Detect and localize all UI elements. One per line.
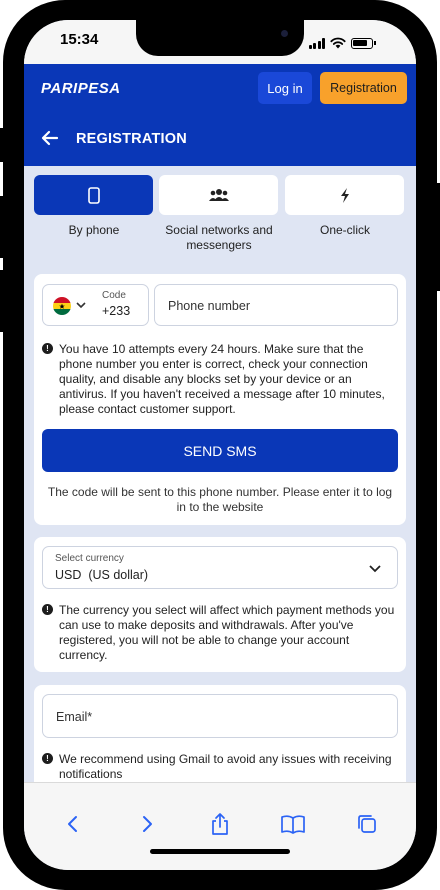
- sms-note: The code will be sent to this phone numb…: [47, 485, 393, 514]
- code-label: Code: [102, 290, 126, 301]
- phone-card: Code +233 Phone number ! You have 10 att…: [34, 274, 406, 525]
- side-button: [0, 270, 6, 332]
- tab-social-networks[interactable]: [159, 175, 278, 215]
- side-button: [434, 183, 440, 291]
- tabs-icon[interactable]: [354, 811, 380, 837]
- tab-one-click[interactable]: [285, 175, 404, 215]
- phone-placeholder: Phone number: [168, 299, 251, 313]
- ghana-flag-icon: [53, 297, 71, 315]
- phone-number-field[interactable]: Phone number: [154, 284, 398, 326]
- info-text: The currency you select will affect whic…: [59, 603, 395, 662]
- registration-button[interactable]: Registration: [320, 72, 407, 104]
- chevron-down-icon: [369, 565, 381, 573]
- battery-tip: [374, 41, 376, 45]
- info-icon: !: [42, 343, 53, 354]
- forward-icon[interactable]: [134, 811, 160, 837]
- tab-label: Social networks and messengers: [165, 223, 273, 252]
- info-text: You have 10 attempts every 24 hours. Mak…: [59, 342, 385, 416]
- browser-toolbar: [24, 782, 416, 870]
- country-code-select[interactable]: Code +233: [42, 284, 149, 326]
- bookmarks-icon[interactable]: [280, 811, 306, 837]
- currency-label: Select currency: [55, 553, 124, 564]
- currency-value: USD (US dollar): [55, 568, 149, 582]
- back-icon[interactable]: [60, 811, 86, 837]
- email-placeholder: Email*: [56, 710, 93, 724]
- signal-icon: [308, 37, 325, 49]
- tab-label: By phone: [68, 223, 120, 237]
- arrow-left-icon[interactable]: [41, 128, 59, 148]
- notch: [136, 20, 304, 56]
- info-icon: !: [42, 604, 53, 615]
- home-indicator: [150, 849, 290, 854]
- phone-icon: [87, 186, 100, 204]
- registration-header: REGISTRATION: [24, 114, 416, 166]
- currency-info: ! The currency you select will affect wh…: [42, 603, 398, 663]
- camera-icon: [281, 30, 288, 37]
- top-bar: PARIPESA Log in Registration: [24, 64, 416, 114]
- wifi-icon: [330, 37, 346, 49]
- currency-card: Select currency USD (US dollar) ! The cu…: [34, 537, 406, 672]
- currency-select[interactable]: Select currency USD (US dollar): [42, 546, 398, 589]
- phone-screen: 15:34 PARIPESA Log in Registration REGIS…: [24, 20, 416, 870]
- status-time: 15:34: [60, 31, 99, 48]
- info-icon: !: [42, 753, 53, 764]
- side-button: [0, 128, 6, 162]
- send-sms-button[interactable]: SEND SMS: [42, 429, 398, 472]
- status-bar: 15:34: [24, 20, 416, 64]
- tab-label: One-click: [319, 223, 370, 237]
- email-field[interactable]: Email*: [42, 694, 398, 738]
- page-title: REGISTRATION: [76, 131, 187, 147]
- share-icon[interactable]: [207, 811, 233, 837]
- email-info: ! We recommend using Gmail to avoid any …: [42, 752, 398, 782]
- lightning-icon: [340, 187, 349, 203]
- chevron-down-icon: [76, 302, 86, 309]
- code-value: +233: [102, 304, 131, 318]
- tab-by-phone[interactable]: [34, 175, 153, 215]
- attempts-info: ! You have 10 attempts every 24 hours. M…: [42, 342, 398, 417]
- paripesa-logo[interactable]: PARIPESA: [41, 80, 121, 97]
- side-button: [0, 196, 6, 258]
- users-icon: [208, 189, 229, 201]
- login-button[interactable]: Log in: [258, 72, 312, 104]
- info-text: We recommend using Gmail to avoid any is…: [59, 752, 392, 781]
- status-icons: [308, 37, 376, 49]
- battery-icon: [351, 37, 373, 49]
